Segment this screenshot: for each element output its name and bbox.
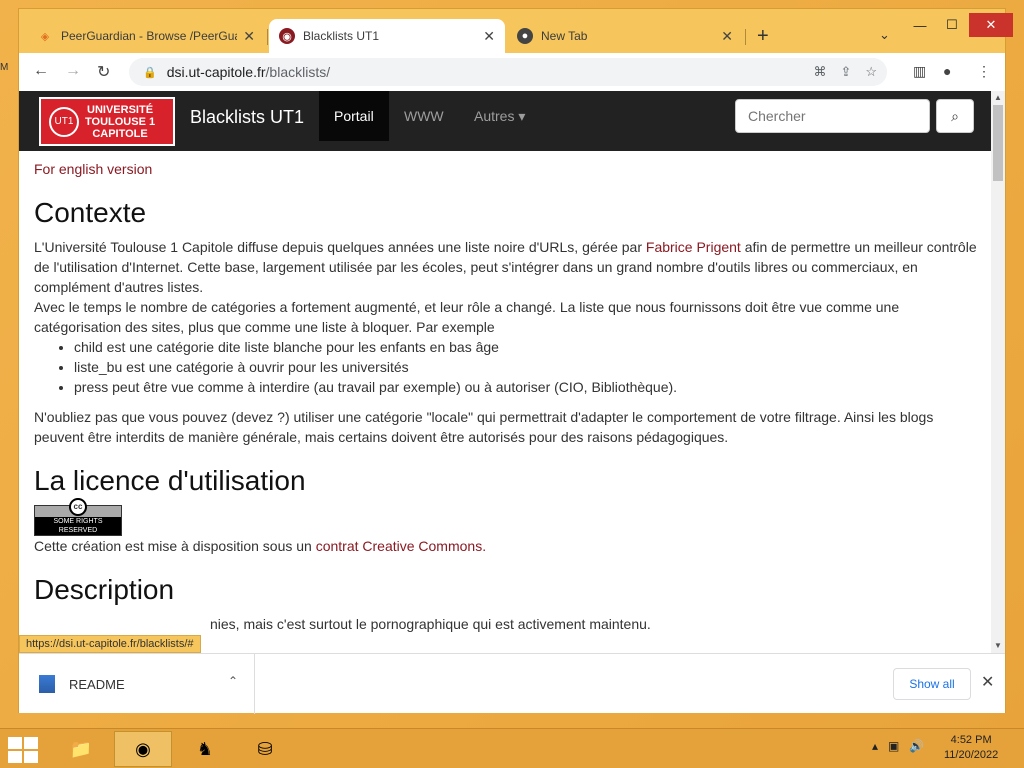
english-version-link[interactable]: For english version (34, 161, 152, 177)
show-all-button[interactable]: Show all (893, 668, 971, 700)
network-tool-taskbar-icon[interactable]: ⛁ (236, 731, 294, 767)
reload-icon[interactable]: ↻ (97, 62, 110, 82)
fabrice-prigent-link[interactable]: Fabrice Prigent (646, 239, 741, 255)
forward-arrow-icon[interactable]: → (65, 62, 81, 80)
share-icon[interactable]: ⇪ (840, 64, 851, 80)
tab-separator (745, 29, 746, 45)
description-paragraph: nies, mais c'est surtout le pornographiq… (210, 616, 651, 632)
tray-expand-icon[interactable]: ▴ (872, 739, 878, 753)
tab-strip: ◈ PeerGuardian - Browse /PeerGua ✕ ◉ Bla… (19, 9, 1013, 53)
address-bar[interactable]: 🔒 dsi.ut-capitole.fr/blacklists/ ⌘ ⇪ ☆ (129, 58, 887, 86)
chevron-up-icon[interactable]: ⌃ (228, 674, 238, 688)
desktop-edge-text: M (0, 62, 9, 73)
new-tab-button[interactable]: + (757, 25, 769, 48)
cc-badge-text: SOME RIGHTS RESERVED (35, 517, 121, 535)
profile-avatar-icon[interactable]: ● (943, 63, 951, 79)
scroll-up-arrow-icon[interactable]: ▲ (994, 93, 1002, 102)
chrome-taskbar-icon[interactable]: ◉ (114, 731, 172, 767)
search-button[interactable]: ⌕ (936, 99, 974, 133)
volume-icon[interactable]: 🔊 (909, 739, 924, 753)
clock-time: 4:52 PM (950, 734, 992, 746)
list-item: liste_bu est une catégorie à ouvrir pour… (74, 357, 979, 377)
peerguardian-icon: ◈ (37, 28, 53, 44)
list-item: child est une catégorie dite liste blanc… (74, 337, 979, 357)
creative-commons-link[interactable]: contrat Creative Commons. (316, 538, 486, 554)
close-icon[interactable]: ✕ (721, 28, 733, 45)
tab-new-tab[interactable]: ● New Tab ✕ (507, 19, 743, 53)
ut1-icon: ◉ (279, 28, 295, 44)
categories-paragraph: Avec le temps le nombre de catégories a … (34, 299, 900, 335)
clock-date: 11/20/2022 (944, 749, 999, 761)
tab-blacklists[interactable]: ◉ Blacklists UT1 ✕ (269, 19, 505, 53)
tab-separator (267, 29, 268, 45)
search-icon: ⌕ (951, 107, 959, 124)
university-seal-icon: UT1 (49, 106, 79, 137)
address-host: dsi.ut-capitole.fr (166, 64, 266, 80)
lock-icon: 🔒 (143, 66, 157, 79)
download-bar: README ⌃ Show all ✕ (19, 653, 1005, 714)
tab-title: PeerGuardian - Browse /PeerGua (61, 29, 238, 43)
download-bar-close-icon[interactable]: ✕ (981, 672, 994, 692)
maximize-button[interactable]: ☐ (937, 13, 967, 37)
nav-www[interactable]: WWW (389, 91, 459, 141)
chrome-icon: ● (517, 28, 533, 44)
windows-start-button[interactable] (8, 737, 38, 763)
address-path: /blacklists/ (265, 64, 331, 80)
file-explorer-icon[interactable]: 📁 (52, 731, 110, 767)
nav-portail[interactable]: Portail (319, 91, 389, 141)
tab-peerguardian[interactable]: ◈ PeerGuardian - Browse /PeerGua ✕ (27, 19, 265, 53)
page-viewport: UT1 UNIVERSITÉ TOULOUSE 1 CAPITOLE Black… (19, 91, 1005, 653)
system-tray: ▴ ▣ 🔊 (872, 739, 924, 753)
minimize-button[interactable]: — (905, 13, 935, 37)
page-content: For english version Contexte L'Universit… (34, 159, 979, 634)
bookmark-star-icon[interactable]: ☆ (865, 64, 877, 80)
page-scrollbar[interactable]: ▲ ▼ (991, 91, 1005, 653)
cc-icon: cc (69, 498, 87, 516)
scroll-down-arrow-icon[interactable]: ▼ (994, 641, 1002, 650)
creative-commons-badge[interactable]: cc SOME RIGHTS RESERVED (34, 498, 122, 536)
browser-toolbar: ← → ↻ 🔒 dsi.ut-capitole.fr/blacklists/ ⌘… (19, 53, 1005, 91)
close-icon[interactable]: ✕ (243, 28, 255, 45)
logo-text: UNIVERSITÉ TOULOUSE 1 CAPITOLE (85, 103, 156, 140)
window-close-button[interactable]: ✕ (969, 13, 1013, 37)
close-icon[interactable]: ✕ (483, 28, 495, 45)
status-url-bubble: https://dsi.ut-capitole.fr/blacklists/# (19, 635, 201, 653)
heading-description: Description (34, 574, 175, 605)
taskbar-clock[interactable]: 4:52 PM 11/20/2022 (944, 733, 998, 763)
license-paragraph: Cette création est mise à disposition so… (34, 538, 487, 554)
local-category-paragraph: N'oubliez pas que vous pouvez (devez ?) … (34, 409, 934, 445)
translate-icon[interactable]: ⌘ (813, 64, 826, 80)
browser-window: ◈ PeerGuardian - Browse /PeerGua ✕ ◉ Bla… (18, 8, 1013, 714)
list-item: press peut être vue comme à interdire (a… (74, 377, 979, 397)
download-file-name: README (69, 676, 125, 692)
network-icon[interactable]: ▣ (888, 739, 899, 753)
tab-search-chevron-icon[interactable]: ⌄ (879, 27, 890, 43)
heading-contexte: Contexte (34, 197, 147, 228)
tab-title: Blacklists UT1 (303, 29, 380, 43)
site-brand[interactable]: Blacklists UT1 (190, 107, 304, 128)
tab-title: New Tab (541, 29, 588, 43)
nav-autres-dropdown[interactable]: Autres ▾ (459, 91, 540, 141)
side-panel-icon[interactable]: ▥ (913, 63, 926, 80)
site-navbar: UT1 UNIVERSITÉ TOULOUSE 1 CAPITOLE Black… (19, 91, 991, 151)
context-paragraph: L'Université Toulouse 1 Capitole diffuse… (34, 239, 977, 295)
download-item[interactable]: README ⌃ (19, 654, 255, 714)
heading-licence: La licence d'utilisation (34, 465, 306, 496)
scrollbar-thumb[interactable] (993, 105, 1003, 181)
search-input[interactable] (735, 99, 930, 133)
file-icon (39, 675, 55, 693)
menu-kebab-icon[interactable]: ⋮ (977, 63, 991, 80)
back-arrow-icon[interactable]: ← (33, 62, 49, 80)
peerguardian-taskbar-icon[interactable]: ♞ (176, 731, 234, 767)
taskbar: 📁 ◉ ♞ ⛁ ▴ ▣ 🔊 4:52 PM 11/20/2022 (0, 728, 1024, 768)
category-list: child est une catégorie dite liste blanc… (74, 337, 979, 397)
university-logo[interactable]: UT1 UNIVERSITÉ TOULOUSE 1 CAPITOLE (39, 97, 175, 146)
